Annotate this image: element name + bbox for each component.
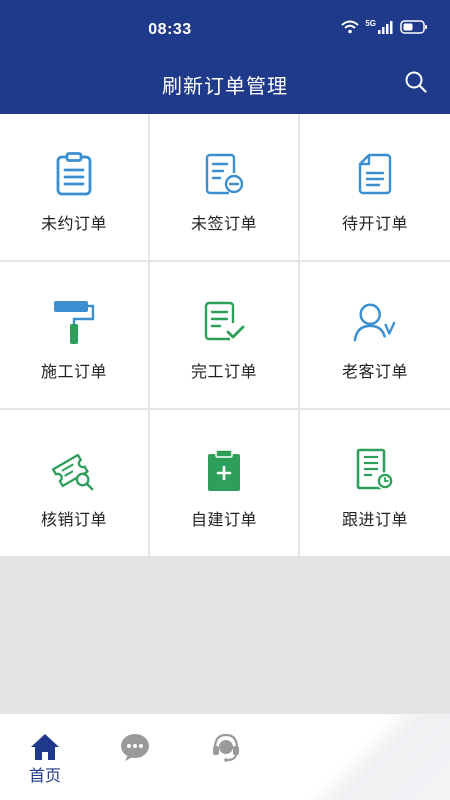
menu-item-construction-orders[interactable]: 施工订单 bbox=[0, 262, 150, 410]
order-menu-grid: 未约订单 未签订单 待开订单 施工订单 完工订单 老客订单 核销订单 自建订单 … bbox=[0, 114, 450, 558]
tab-messages[interactable] bbox=[105, 714, 165, 800]
document-check-icon bbox=[202, 300, 246, 344]
clipboard-add-icon bbox=[202, 448, 246, 492]
document-icon bbox=[353, 152, 397, 196]
status-time: 08:33 bbox=[148, 21, 192, 38]
page-title: 刷新订单管理 bbox=[162, 76, 288, 98]
bottom-tab-bar: 首页 bbox=[0, 714, 450, 800]
document-clock-icon bbox=[353, 448, 397, 492]
menu-item-follow-up-orders[interactable]: 跟进订单 bbox=[300, 410, 450, 558]
user-check-icon bbox=[353, 300, 397, 344]
battery-icon bbox=[400, 20, 427, 34]
tab-customer-service[interactable] bbox=[196, 714, 256, 800]
menu-item-unscheduled-orders[interactable]: 未约订单 bbox=[0, 114, 150, 262]
menu-item-verification-orders[interactable]: 核销订单 bbox=[0, 410, 150, 558]
menu-item-label: 未约订单 bbox=[40, 216, 107, 233]
home-icon bbox=[31, 734, 59, 760]
menu-item-label: 自建订单 bbox=[190, 512, 257, 529]
status-bar: 08:33 5G bbox=[0, 0, 450, 52]
search-icon bbox=[405, 71, 427, 93]
headset-icon bbox=[213, 733, 239, 762]
signal-icon bbox=[378, 20, 393, 34]
menu-item-label: 未签订单 bbox=[190, 216, 257, 233]
clipboard-icon bbox=[52, 152, 96, 196]
network-label: 5G bbox=[365, 18, 376, 28]
menu-item-unsigned-orders[interactable]: 未签订单 bbox=[150, 114, 300, 262]
paint-roller-icon bbox=[52, 300, 96, 344]
document-minus-icon bbox=[202, 152, 246, 196]
menu-item-label: 老客订单 bbox=[341, 364, 408, 381]
menu-item-completed-orders[interactable]: 完工订单 bbox=[150, 262, 300, 410]
menu-item-label: 跟进订单 bbox=[341, 512, 408, 529]
tab-home[interactable]: 首页 bbox=[15, 714, 75, 800]
menu-item-self-created-orders[interactable]: 自建订单 bbox=[150, 410, 300, 558]
menu-item-label: 待开订单 bbox=[341, 216, 408, 233]
tab-label: 首页 bbox=[28, 768, 61, 785]
menu-item-label: 完工订单 bbox=[190, 364, 257, 381]
title-bar: 刷新订单管理 bbox=[0, 60, 450, 104]
menu-item-pending-orders[interactable]: 待开订单 bbox=[300, 114, 450, 262]
ticket-search-icon bbox=[52, 448, 96, 492]
status-icons: 5G bbox=[341, 18, 428, 34]
wifi-icon bbox=[341, 20, 359, 34]
search-button[interactable] bbox=[404, 70, 428, 94]
menu-item-label: 施工订单 bbox=[40, 364, 107, 381]
chat-icon bbox=[121, 734, 149, 761]
app-header: 08:33 5G 刷新订单管理 bbox=[0, 0, 450, 114]
menu-item-label: 核销订单 bbox=[40, 512, 107, 529]
menu-item-returning-customer-orders[interactable]: 老客订单 bbox=[300, 262, 450, 410]
